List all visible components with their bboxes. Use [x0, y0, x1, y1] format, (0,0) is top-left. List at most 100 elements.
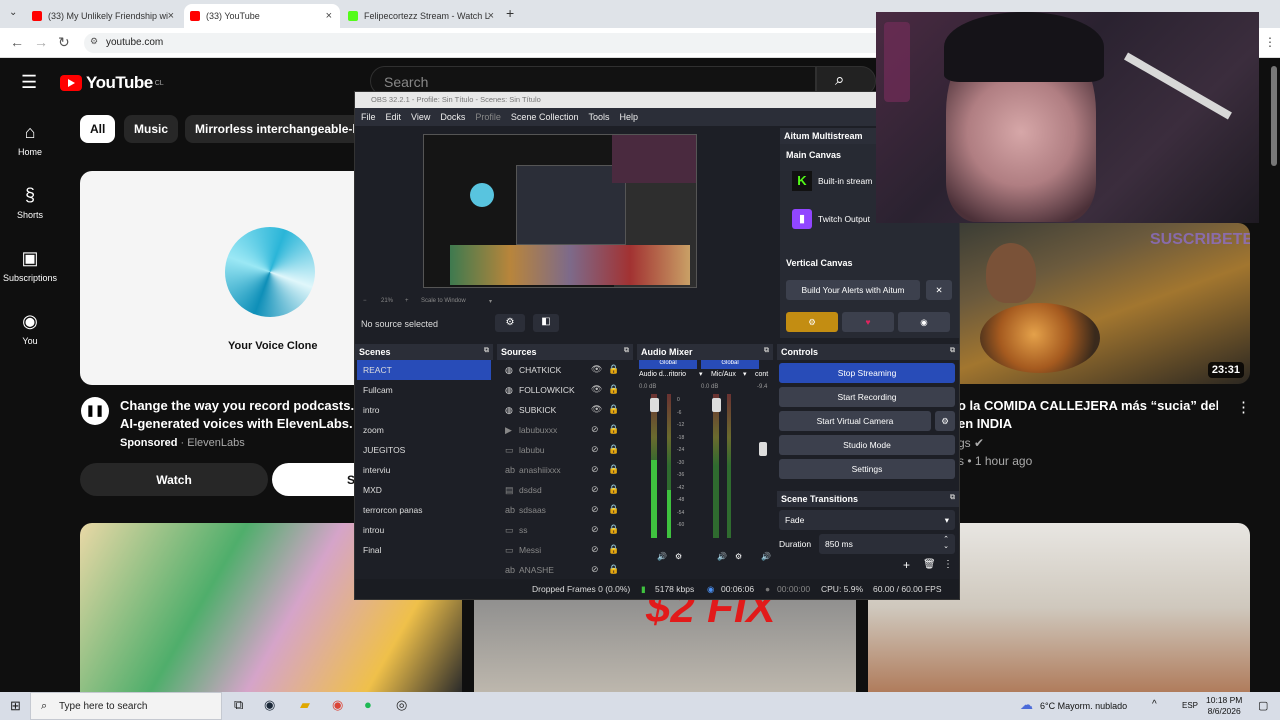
heart-icon[interactable]: ♥ [842, 312, 894, 332]
channel-menu-icon[interactable]: ▾ [699, 370, 703, 378]
source-item[interactable]: ◍ FOLLOWKICK 👁 🔒 [497, 380, 633, 400]
duration-field[interactable]: 850 ms ⌃ ⌄ [819, 534, 955, 554]
source-properties-icon[interactable]: ⚙ [495, 314, 525, 332]
browser-tab-3[interactable]: Felipecortezz Stream - Watch L × [342, 4, 502, 28]
source-item[interactable]: ▭ ss ⊘ 🔒 [497, 520, 633, 540]
volume-fader[interactable] [712, 398, 721, 412]
sidebar-item-home[interactable]: ⌂ Home [0, 122, 60, 157]
close-alerts-icon[interactable]: ✕ [926, 280, 952, 300]
scale-dropdown-icon[interactable]: ▾ [489, 298, 492, 305]
mute-icon[interactable]: 🔊 [761, 552, 771, 561]
windows-start-icon[interactable]: ⊞ [10, 698, 21, 714]
scene-item[interactable]: interviu [357, 460, 491, 480]
chrome-icon[interactable]: ◉ [332, 697, 343, 713]
hidden-icon[interactable]: ⊘ [591, 464, 599, 475]
channel-settings-icon[interactable]: ⚙ [675, 552, 682, 561]
virtual-camera-settings-icon[interactable]: ⚙ [935, 411, 955, 431]
browser-tab-1[interactable]: (33) My Unlikely Friendship with × [26, 4, 182, 28]
visibility-icon[interactable]: 👁 [591, 404, 602, 415]
mute-icon[interactable]: 🔊 [657, 552, 667, 561]
scene-item[interactable]: introu [357, 520, 491, 540]
video-title[interactable]: o la COMIDA CALLEJERA más “sucia” del en… [958, 397, 1218, 433]
add-transition-icon[interactable]: + [903, 558, 910, 572]
file-explorer-icon[interactable]: ▰ [300, 697, 310, 713]
scale-mode[interactable]: Scale to Window [421, 298, 466, 304]
source-item[interactable]: ab anashiiixxx ⊘ 🔒 [497, 460, 633, 480]
menu-help[interactable]: Help [619, 112, 638, 122]
close-tab-icon[interactable]: × [488, 10, 494, 22]
channel-settings-icon[interactable]: ⚙ [735, 552, 742, 561]
dock-float-icon[interactable]: ⧉ [484, 347, 489, 355]
scene-item[interactable]: terrorcon panas [357, 500, 491, 520]
start-recording-button[interactable]: Start Recording [779, 387, 955, 407]
aitum-settings-icon[interactable]: ⚙ [786, 312, 838, 332]
menu-profile[interactable]: Profile [475, 112, 501, 122]
source-item[interactable]: ▭ labubu ⊘ 🔒 [497, 440, 633, 460]
sidebar-item-you[interactable]: ◉ You [0, 311, 60, 346]
discord-icon[interactable]: ◉ [898, 312, 950, 332]
zoom-out-icon[interactable]: − [363, 298, 367, 304]
site-info-icon[interactable]: ⚙ [90, 36, 98, 47]
mute-icon[interactable]: 🔊 [717, 552, 727, 561]
chip-mirrorless[interactable]: Mirrorless interchangeable-len [185, 115, 355, 143]
clock[interactable]: 10:18 PM 8/6/2026 [1206, 695, 1242, 717]
obs-title-bar[interactable]: OBS 32.2.1 - Profile: Sin Título - Scene… [355, 92, 959, 108]
lock-icon[interactable]: 🔒 [608, 444, 619, 455]
task-view-icon[interactable]: ⧉ [234, 697, 243, 713]
lock-icon[interactable]: 🔒 [608, 524, 619, 535]
channel-menu-icon[interactable]: ▾ [743, 370, 747, 378]
hidden-icon[interactable]: ⊘ [591, 524, 599, 535]
chrome-menu-icon[interactable]: ⋮ [1264, 35, 1276, 49]
volume-fader[interactable] [759, 442, 767, 456]
video-menu-icon[interactable]: ⋮ [1236, 398, 1251, 416]
hamburger-menu-icon[interactable]: ☰ [21, 72, 37, 93]
menu-file[interactable]: File [361, 112, 376, 122]
close-tab-icon[interactable]: × [168, 10, 174, 22]
notification-icon[interactable]: ▢ [1258, 699, 1268, 712]
source-item[interactable]: ▭ Messi ⊘ 🔒 [497, 540, 633, 560]
lock-icon[interactable]: 🔒 [608, 504, 619, 515]
ad-watch-button[interactable]: Watch [80, 463, 268, 496]
reload-icon[interactable]: ↻ [58, 34, 70, 51]
back-icon[interactable]: ← [10, 34, 24, 50]
scene-item[interactable]: intro [357, 400, 491, 420]
lock-icon[interactable]: 🔒 [608, 484, 619, 495]
scene-item[interactable]: Final [357, 540, 491, 560]
dock-float-icon[interactable]: ⧉ [950, 494, 955, 502]
tab-list-chevron-icon[interactable]: ⌄ [9, 7, 17, 18]
stop-streaming-button[interactable]: Stop Streaming [779, 363, 955, 383]
lock-icon[interactable]: 🔒 [608, 404, 619, 415]
obs-icon[interactable]: ◎ [396, 697, 407, 713]
video-channel[interactable]: gs ✔ [958, 436, 984, 450]
scene-item[interactable]: JUEGITOS [357, 440, 491, 460]
ad-second-button[interactable]: S [272, 463, 356, 496]
stepper-icon[interactable]: ⌃ ⌄ [943, 536, 949, 550]
source-item[interactable]: ab sdsaas ⊘ 🔒 [497, 500, 633, 520]
source-item[interactable]: ▶ labubuxxx ⊘ 🔒 [497, 420, 633, 440]
scene-item[interactable]: Fullcam [357, 380, 491, 400]
spotify-icon[interactable]: ● [364, 697, 372, 712]
page-scrollbar[interactable] [1271, 66, 1277, 166]
ad-thumbnail[interactable]: Your Voice Clone [80, 171, 356, 385]
source-item[interactable]: ab ANASHE ⊘ 🔒 [497, 560, 633, 576]
scene-item[interactable]: MXD [357, 480, 491, 500]
menu-tools[interactable]: Tools [588, 112, 609, 122]
scene-item[interactable]: REACT [357, 360, 491, 380]
url-field[interactable]: ⚙ youtube.com [84, 33, 904, 53]
steam-icon[interactable]: ◉ [264, 697, 275, 713]
transition-menu-icon[interactable]: ⋮ [943, 559, 953, 570]
menu-docks[interactable]: Docks [440, 112, 465, 122]
forward-icon[interactable]: → [34, 34, 48, 50]
source-filters-icon[interactable]: ◧ [533, 314, 559, 332]
browser-tab-2[interactable]: (33) YouTube × [184, 4, 340, 28]
source-item[interactable]: ▤ dsdsd ⊘ 🔒 [497, 480, 633, 500]
dock-float-icon[interactable]: ⧉ [624, 347, 629, 355]
menu-edit[interactable]: Edit [386, 112, 402, 122]
chip-all[interactable]: All [80, 115, 116, 143]
youtube-logo[interactable]: YouTube CL [60, 73, 164, 93]
transition-select[interactable]: Fade ▾ [779, 510, 955, 530]
dock-float-icon[interactable]: ⧉ [950, 347, 955, 355]
weather-text[interactable]: 6°C Mayorm. nublado [1040, 701, 1127, 711]
studio-mode-button[interactable]: Studio Mode [779, 435, 955, 455]
close-tab-icon[interactable]: × [326, 10, 332, 22]
